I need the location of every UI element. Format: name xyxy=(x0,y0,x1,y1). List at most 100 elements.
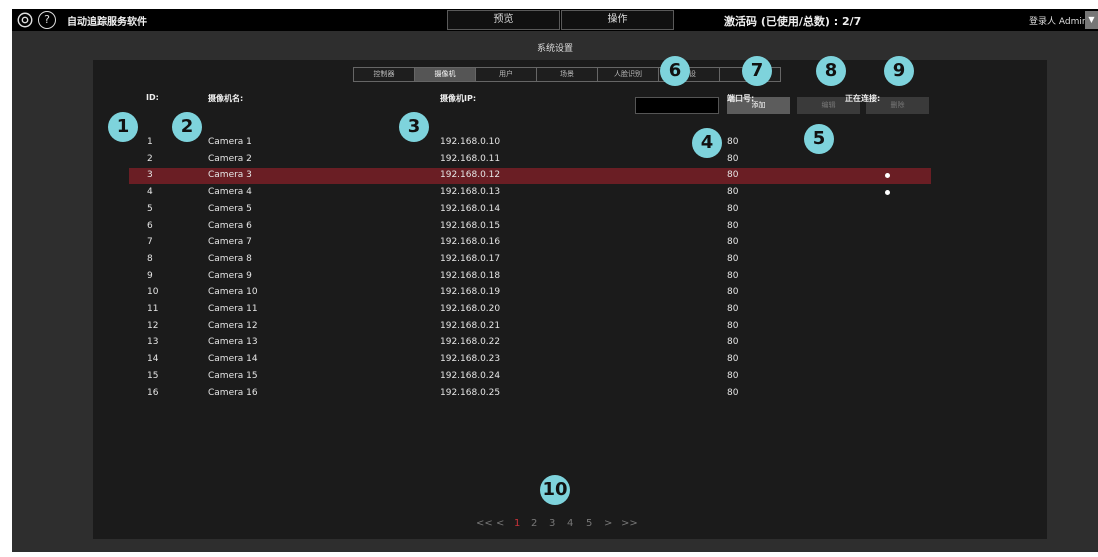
cell-port: 80 xyxy=(727,320,739,331)
tab-scene[interactable]: 场景 xyxy=(536,67,598,82)
column-header-id: ID: xyxy=(146,93,159,102)
cell-port: 80 xyxy=(727,287,739,298)
cell-camera-ip: 192.168.0.16 xyxy=(440,237,501,248)
cell-camera-name: Camera 15 xyxy=(208,370,258,381)
cell-camera-name: Camera 14 xyxy=(208,354,258,365)
tab-face-recognition[interactable]: 人脸识别 xyxy=(597,67,659,82)
next-page-button[interactable]: > xyxy=(604,518,612,529)
cell-camera-name: Camera 2 xyxy=(208,153,252,164)
column-header-name: 摄像机名: xyxy=(208,94,244,103)
cell-camera-name: Camera 6 xyxy=(208,220,252,231)
cell-camera-name: Camera 7 xyxy=(208,237,252,248)
column-header-port: 端口号: xyxy=(727,94,755,103)
cell-camera-name: Camera 13 xyxy=(208,337,258,348)
page-3-button[interactable]: 3 xyxy=(549,518,555,529)
tab-user[interactable]: 用户 xyxy=(475,67,537,82)
cell-camera-ip: 192.168.0.15 xyxy=(440,220,501,231)
callout-marker: 9 xyxy=(884,56,914,86)
top-bar: ? 自动追踪服务软件 预览 操作 激活码 (已使用/总数) : 2/7 登录人 … xyxy=(12,9,1098,31)
table-row[interactable]: 16 Camera 16 192.168.0.25 80 xyxy=(129,386,931,402)
cell-id: 12 xyxy=(147,320,159,331)
cell-camera-name: Camera 5 xyxy=(208,203,252,214)
table-row[interactable]: 5 Camera 5 192.168.0.14 80 xyxy=(129,202,931,218)
tab-controller[interactable]: 控制器 xyxy=(353,67,415,82)
cell-port: 80 xyxy=(727,153,739,164)
callout-marker: 3 xyxy=(399,112,429,142)
gear-icon[interactable] xyxy=(16,11,34,29)
cell-port: 80 xyxy=(727,270,739,281)
connection-indicator-icon xyxy=(885,190,890,196)
cell-id: 11 xyxy=(147,304,159,314)
cell-id: 10 xyxy=(147,287,159,298)
tab-camera[interactable]: 摄像机 xyxy=(414,67,476,82)
cell-camera-ip: 192.168.0.18 xyxy=(440,270,501,281)
page-2-button[interactable]: 2 xyxy=(531,518,537,529)
table-row[interactable]: 13 Camera 13 192.168.0.22 80 xyxy=(129,335,931,351)
cell-port: 80 xyxy=(727,187,739,198)
page-5-button[interactable]: 5 xyxy=(586,518,592,529)
table-row[interactable]: 8 Camera 8 192.168.0.17 80 xyxy=(129,252,931,268)
cell-camera-name: Camera 10 xyxy=(208,287,258,298)
table-row[interactable]: 9 Camera 9 192.168.0.18 80 xyxy=(129,269,931,285)
cell-camera-ip: 192.168.0.14 xyxy=(440,203,501,214)
prev-page-button[interactable]: < xyxy=(496,518,504,529)
cell-port: 80 xyxy=(727,337,739,348)
cell-camera-ip: 192.168.0.10 xyxy=(440,137,501,147)
cell-id: 6 xyxy=(147,220,153,231)
page-4-button[interactable]: 4 xyxy=(567,518,573,529)
callout-marker: 2 xyxy=(172,112,202,142)
callout-marker: 7 xyxy=(742,56,772,86)
table-row[interactable]: 14 Camera 14 192.168.0.23 80 xyxy=(129,352,931,368)
cell-id: 9 xyxy=(147,270,153,281)
cell-camera-ip: 192.168.0.21 xyxy=(440,320,501,331)
column-header-ip: 摄像机IP: xyxy=(440,94,477,103)
page-1-button[interactable]: 1 xyxy=(514,518,520,529)
table-row[interactable]: 4 Camera 4 192.168.0.13 80 xyxy=(129,185,931,201)
cell-port: 80 xyxy=(727,387,739,398)
cell-id: 8 xyxy=(147,253,153,264)
cell-port: 80 xyxy=(727,354,739,365)
cell-id: 15 xyxy=(147,370,159,381)
user-label: 登录人 Admin xyxy=(1029,17,1088,27)
callout-marker: 8 xyxy=(816,56,846,86)
cell-port: 80 xyxy=(727,237,739,248)
last-page-button[interactable]: >> xyxy=(621,518,638,529)
tab-preview[interactable]: 预览 xyxy=(447,10,560,30)
table-row[interactable]: 2 Camera 2 192.168.0.11 80 xyxy=(129,152,931,168)
cell-camera-name: Camera 9 xyxy=(208,270,252,281)
cell-camera-name: Camera 3 xyxy=(208,170,252,181)
table-row[interactable]: 3 Camera 3 192.168.0.12 80 xyxy=(129,168,931,185)
cell-camera-ip: 192.168.0.24 xyxy=(440,370,501,381)
callout-marker: 10 xyxy=(540,475,570,505)
table-row[interactable]: 6 Camera 6 192.168.0.15 80 xyxy=(129,219,931,235)
table-row[interactable]: 7 Camera 7 192.168.0.16 80 xyxy=(129,235,931,251)
cell-id: 3 xyxy=(147,170,153,181)
help-icon[interactable]: ? xyxy=(38,11,56,29)
cell-id: 1 xyxy=(147,137,153,147)
cell-port: 80 xyxy=(727,220,739,231)
window-title: 系统设置 xyxy=(536,44,573,54)
cell-port: 80 xyxy=(727,137,739,147)
table-row[interactable]: 10 Camera 10 192.168.0.19 80 xyxy=(129,285,931,301)
callout-marker: 6 xyxy=(660,56,690,86)
tab-operation[interactable]: 操作 xyxy=(561,10,674,30)
camera-search-input[interactable] xyxy=(635,97,719,114)
cell-id: 16 xyxy=(147,387,159,398)
cell-id: 5 xyxy=(147,203,153,214)
cell-port: 80 xyxy=(727,203,739,214)
cell-camera-name: Camera 11 xyxy=(208,304,258,314)
cell-camera-ip: 192.168.0.19 xyxy=(440,287,501,298)
connection-indicator-icon xyxy=(885,173,890,179)
cell-id: 4 xyxy=(147,187,153,198)
cell-camera-name: Camera 12 xyxy=(208,320,258,331)
cell-port: 80 xyxy=(727,170,739,181)
table-row[interactable]: 11 Camera 11 192.168.0.20 80 xyxy=(129,302,931,318)
table-row[interactable]: 12 Camera 12 192.168.0.21 80 xyxy=(129,319,931,335)
table-row[interactable]: 15 Camera 15 192.168.0.24 80 xyxy=(129,369,931,385)
callout-marker: 4 xyxy=(692,128,722,158)
settings-tabs: 控制器 摄像机 用户 场景 人脸识别 预设 xyxy=(353,67,781,82)
cell-camera-ip: 192.168.0.22 xyxy=(440,337,501,348)
first-page-button[interactable]: << xyxy=(476,518,493,529)
user-dropdown-button[interactable]: ▼ xyxy=(1085,11,1098,29)
cell-camera-name: Camera 4 xyxy=(208,187,252,198)
